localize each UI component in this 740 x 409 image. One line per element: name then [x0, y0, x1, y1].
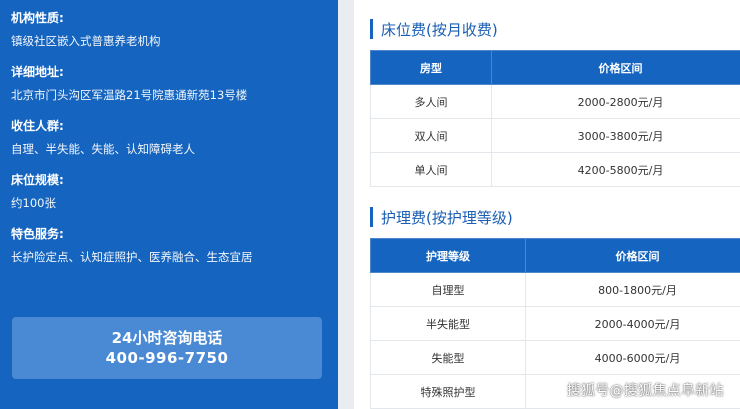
- info-panel: 机构性质: 镇级社区嵌入式普惠养老机构 详细地址: 北京市门头沟区军温路21号院…: [0, 0, 338, 409]
- hotline-card[interactable]: 24小时咨询电话 400-996-7750: [12, 317, 322, 379]
- column-header: 护理等级: [370, 238, 526, 273]
- care-fee-title-text: 护理费(按护理等级): [381, 208, 513, 227]
- table-row: 失能型 4000-6000元/月: [370, 340, 740, 375]
- table-row: 自理型 800-1800元/月: [370, 272, 740, 307]
- price-cell: 4200-5800元/月: [491, 152, 740, 187]
- title-accent-bar: [370, 19, 373, 39]
- info-services: 特色服务: 长护险定点、认知症照护、医养融合、生态宜居: [11, 226, 324, 265]
- info-address: 详细地址: 北京市门头沟区军温路21号院惠通新苑13号楼: [11, 64, 324, 103]
- price-cell: 800-1800元/月: [525, 272, 740, 307]
- info-nature: 机构性质: 镇级社区嵌入式普惠养老机构: [11, 10, 324, 49]
- info-label: 详细地址:: [11, 65, 64, 79]
- care-fee-title: 护理费(按护理等级): [370, 207, 513, 227]
- info-value: 自理、半失能、失能、认知障碍老人: [11, 142, 195, 156]
- info-value: 约100张: [11, 196, 56, 210]
- hotline-title: 24小时咨询电话: [111, 329, 223, 347]
- care-level-cell: 自理型: [370, 272, 526, 307]
- info-beds: 床位规模: 约100张: [11, 172, 324, 211]
- bed-fee-title-text: 床位费(按月收费): [381, 20, 498, 39]
- table-header-row: 护理等级 价格区间: [370, 238, 740, 273]
- info-residents: 收住人群: 自理、半失能、失能、认知障碍老人: [11, 118, 324, 157]
- info-label: 机构性质:: [11, 11, 64, 25]
- room-type-cell: 单人间: [370, 152, 492, 187]
- page: 机构性质: 镇级社区嵌入式普惠养老机构 详细地址: 北京市门头沟区军温路21号院…: [0, 0, 740, 409]
- column-header: 价格区间: [491, 50, 740, 85]
- title-accent-bar: [370, 207, 373, 227]
- bed-fee-table: 房型 价格区间 多人间 2000-2800元/月 双人间 3000-3800元/…: [370, 50, 740, 187]
- room-type-cell: 多人间: [370, 84, 492, 119]
- info-value: 北京市门头沟区军温路21号院惠通新苑13号楼: [11, 88, 248, 102]
- column-header: 价格区间: [525, 238, 740, 273]
- care-level-cell: 失能型: [370, 340, 526, 375]
- info-value: 长护险定点、认知症照护、医养融合、生态宜居: [11, 250, 253, 264]
- hotline-number[interactable]: 400-996-7750: [12, 348, 322, 368]
- watermark: 搜狐号@搜狐焦点阜新站: [566, 383, 724, 399]
- price-cell: 2000-4000元/月: [525, 306, 740, 341]
- table-row: 单人间 4200-5800元/月: [370, 152, 740, 187]
- care-level-cell: 半失能型: [370, 306, 526, 341]
- table-row: 双人间 3000-3800元/月: [370, 118, 740, 153]
- table-header-row: 房型 价格区间: [370, 50, 740, 85]
- column-header: 房型: [370, 50, 492, 85]
- price-cell: 4000-6000元/月: [525, 340, 740, 375]
- table-row: 半失能型 2000-4000元/月: [370, 306, 740, 341]
- price-cell: 2000-2800元/月: [491, 84, 740, 119]
- info-label: 床位规模:: [11, 173, 64, 187]
- bed-fee-title: 床位费(按月收费): [370, 19, 498, 39]
- price-cell: 3000-3800元/月: [491, 118, 740, 153]
- room-type-cell: 双人间: [370, 118, 492, 153]
- info-value: 镇级社区嵌入式普惠养老机构: [11, 34, 161, 48]
- care-level-cell: 特殊照护型: [370, 374, 526, 409]
- info-label: 特色服务:: [11, 227, 64, 241]
- table-row: 多人间 2000-2800元/月: [370, 84, 740, 119]
- fee-panel: 床位费(按月收费) 房型 价格区间 多人间 2000-2800元/月 双人间 3…: [354, 0, 740, 409]
- info-label: 收住人群:: [11, 119, 64, 133]
